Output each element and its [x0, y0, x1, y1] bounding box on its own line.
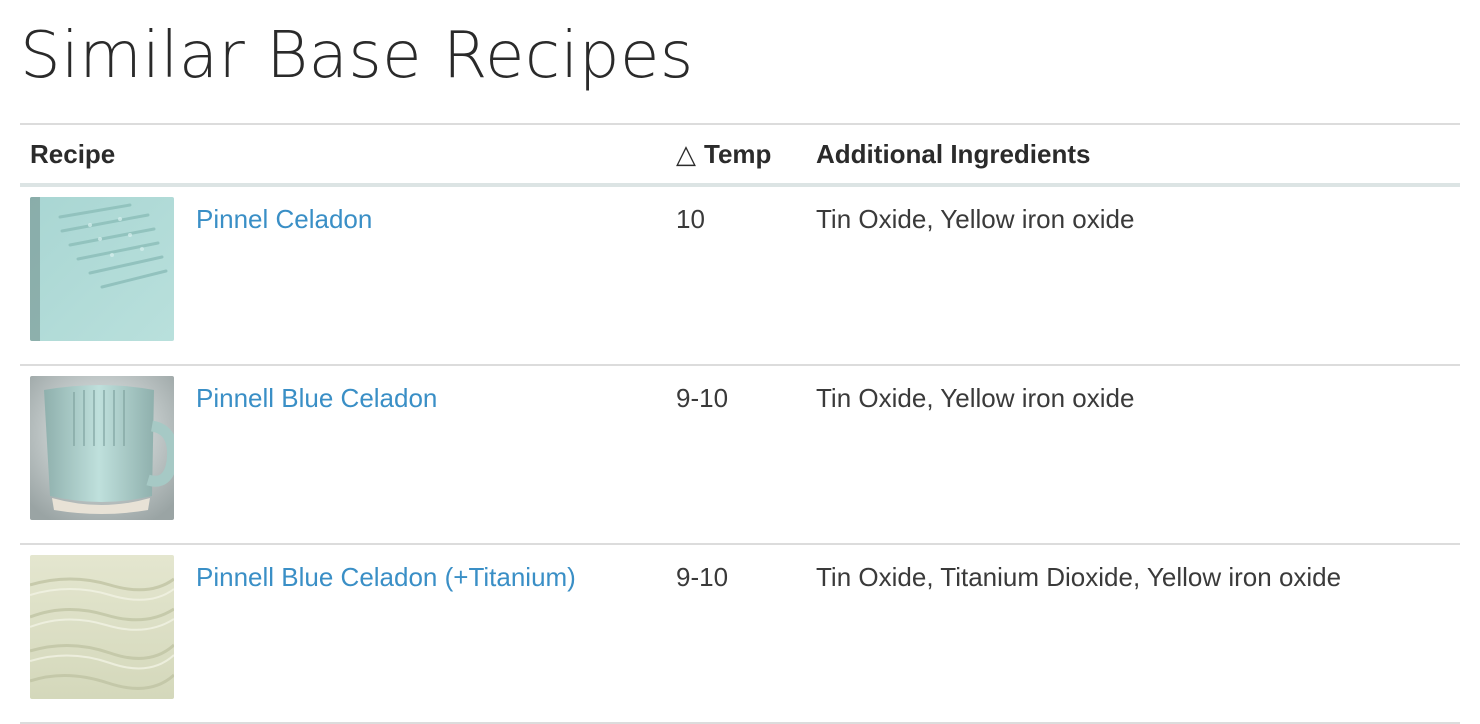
temp-cell: 10 — [676, 185, 817, 366]
header-ingredients: Additional Ingredients — [816, 123, 1461, 187]
table-row: Pinnel Celadon 10 Tin Oxide, Yellow iron… — [20, 185, 1461, 366]
ingredients-cell: Tin Oxide, Yellow iron oxide — [816, 185, 1461, 366]
recipe-link[interactable]: Pinnell Blue Celadon — [196, 383, 437, 413]
thumbnail-cell — [20, 365, 196, 545]
recipe-name-cell: Pinnel Celadon — [196, 185, 677, 366]
ingredients-cell: Tin Oxide, Yellow iron oxide — [816, 365, 1461, 545]
celadon-tile-thumbnail[interactable] — [30, 197, 174, 341]
recipes-table: Recipe △ Temp Additional Ingredients Pin… — [20, 123, 1461, 724]
recipe-link[interactable]: Pinnell Blue Celadon (+Titanium) — [196, 562, 576, 592]
thumbnail-cell — [20, 544, 196, 724]
table-row: Pinnell Blue Celadon (+Titanium) 9-10 Ti… — [20, 544, 1461, 724]
cream-tile-thumbnail[interactable] — [30, 555, 174, 699]
table-header-row: Recipe △ Temp Additional Ingredients — [20, 123, 1461, 187]
header-temp-label: Temp — [704, 138, 772, 169]
thumbnail-cell — [20, 185, 196, 366]
temp-cell: 9-10 — [676, 365, 817, 545]
recipe-name-cell: Pinnell Blue Celadon — [196, 365, 677, 545]
temp-cell: 9-10 — [676, 544, 817, 724]
celadon-mug-thumbnail[interactable] — [30, 376, 174, 520]
page-title: Similar Base Recipes — [20, 19, 694, 93]
header-recipe: Recipe — [20, 123, 677, 187]
page: Similar Base Recipes Recipe △ Temp Additi… — [0, 0, 1480, 724]
recipe-name-cell: Pinnell Blue Celadon (+Titanium) — [196, 544, 677, 724]
table-row: Pinnell Blue Celadon 9-10 Tin Oxide, Yel… — [20, 365, 1461, 545]
ingredients-cell: Tin Oxide, Titanium Dioxide, Yellow iron… — [816, 544, 1461, 724]
recipe-link[interactable]: Pinnel Celadon — [196, 204, 372, 234]
header-temp: △ Temp — [676, 123, 817, 187]
cone-triangle-icon: △ — [676, 138, 697, 169]
